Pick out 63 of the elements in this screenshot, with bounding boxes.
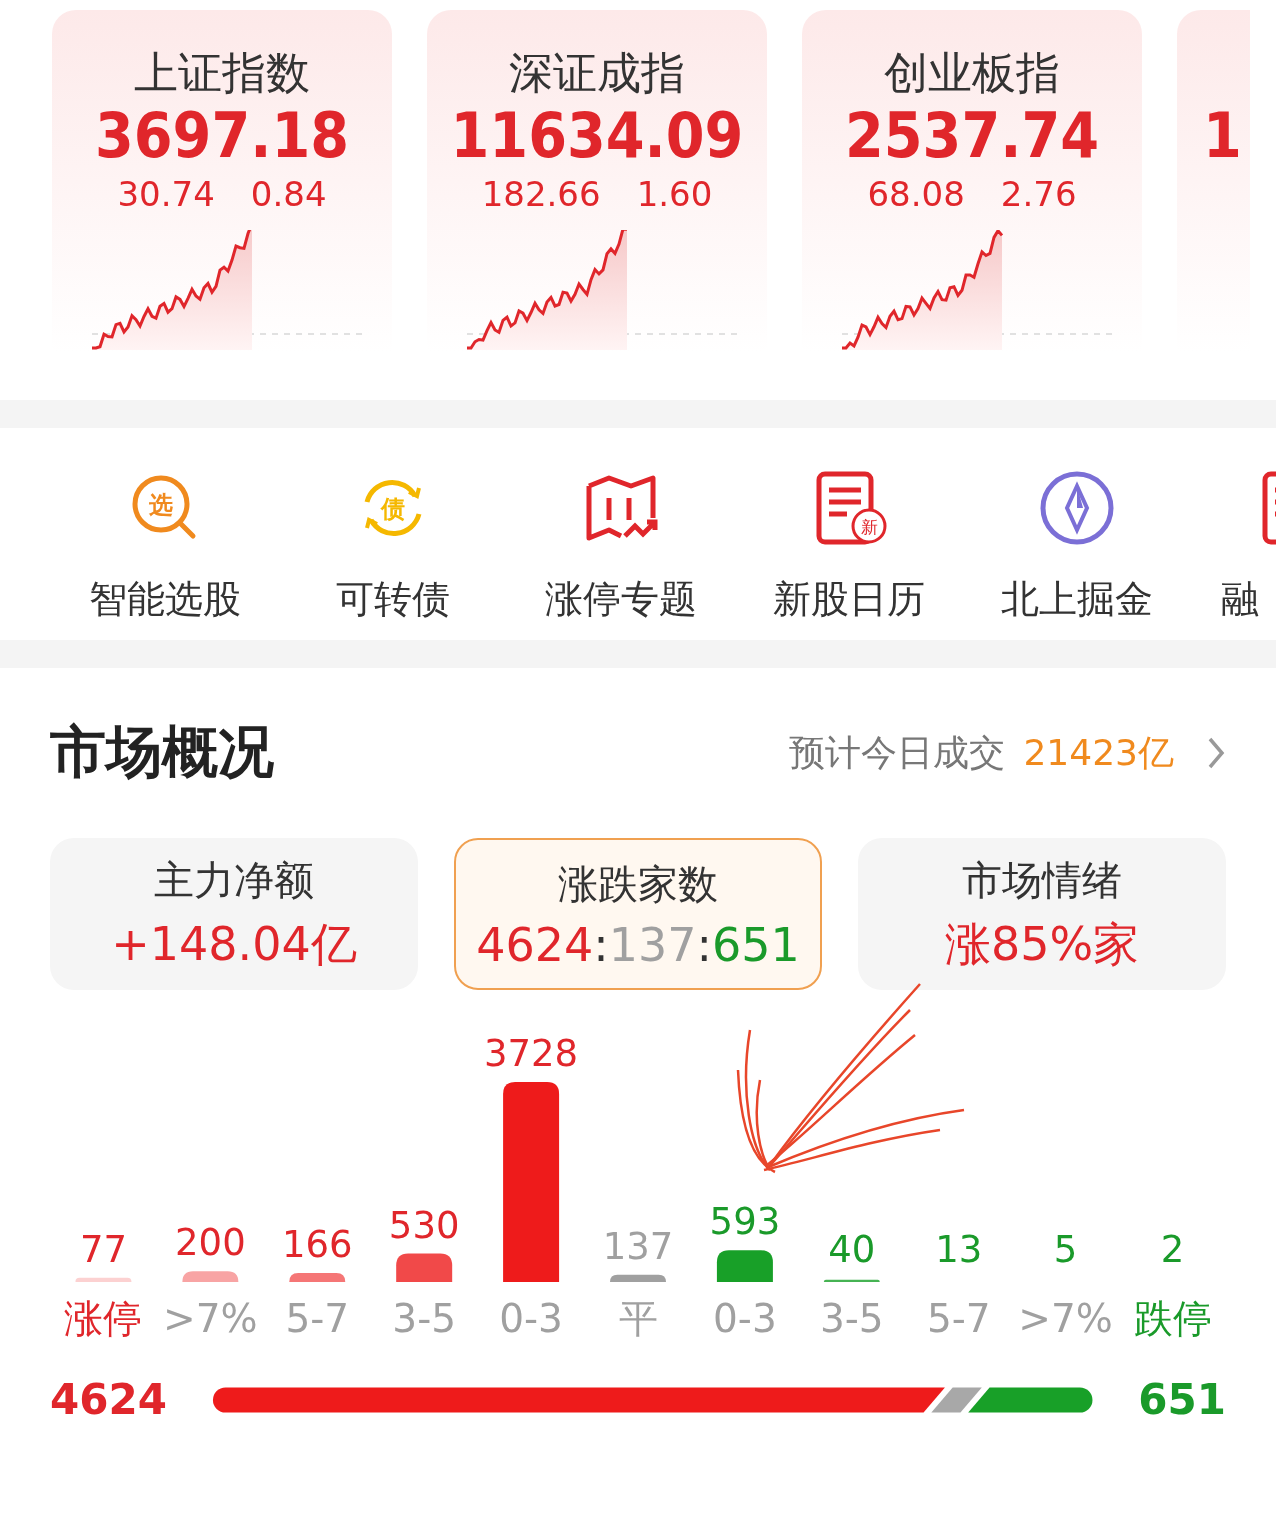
index-value: 2537.74 [844, 100, 1100, 172]
index-percent: 0.84 [250, 173, 327, 216]
index-percent: 2.76 [1000, 173, 1077, 216]
shortcut-label: 智能选股 [89, 576, 241, 623]
bar [289, 1273, 346, 1282]
shortcut-item[interactable]: 融 [1191, 468, 1276, 640]
shortcut-item[interactable]: 北上掘金 [963, 468, 1191, 640]
bar-value: 77 [79, 1227, 127, 1271]
bar-category: >7% [163, 1296, 258, 1341]
shortcut-item[interactable]: 涨停专题 [507, 468, 735, 640]
bar-category: 涨停 [64, 1296, 143, 1341]
shortcut-item[interactable]: 新 新股日历 [735, 468, 963, 640]
bar [716, 1250, 773, 1282]
bar-category: 5-7 [285, 1296, 350, 1341]
index-change: 182.66 [481, 173, 601, 216]
stat-tab[interactable]: 市场情绪 涨85%家 [858, 838, 1226, 990]
bar [823, 1279, 880, 1282]
index-name: 创业板指 [884, 46, 1060, 100]
bar-category: 0-3 [713, 1296, 777, 1341]
bar [610, 1274, 666, 1282]
index-change: 30.74 [117, 173, 215, 216]
bar [182, 1271, 239, 1282]
bar-category: 3-5 [819, 1296, 884, 1341]
bar-value: 5 [1053, 1228, 1078, 1271]
bar-value: 137 [602, 1224, 674, 1268]
bar-value: 13 [935, 1228, 983, 1271]
bar-value: 2 [1160, 1228, 1185, 1271]
section-title: 市场概况 [50, 718, 274, 786]
shortcut-label: 涨停专题 [545, 576, 697, 623]
bar-category: 平 [618, 1296, 658, 1341]
shortcut-item[interactable]: 债 可转债 [279, 468, 507, 640]
chevron-right-icon [1206, 735, 1226, 771]
falling-count: 651 [1138, 1375, 1226, 1424]
bar-value: 3728 [484, 1032, 579, 1075]
bar-value: 530 [388, 1203, 460, 1247]
index-value: 3697.18 [94, 100, 350, 172]
index-percent: 1.60 [636, 173, 713, 216]
bar-category: >7% [1018, 1296, 1113, 1341]
bar-category: 5-7 [926, 1296, 991, 1341]
rising-count: 4624 [50, 1375, 167, 1424]
turnover-link[interactable]: 预计今日成交 21423亿 [789, 728, 1226, 778]
index-name: 上证指数 [134, 46, 310, 100]
bar-value: 593 [709, 1200, 781, 1244]
index-value: 11634.09 [450, 100, 744, 172]
index-name: 深证成指 [509, 46, 685, 100]
shortcut-label: 融 [1221, 576, 1259, 623]
bar [75, 1277, 132, 1282]
bar-category: 0-3 [499, 1296, 563, 1341]
stat-tab[interactable]: 主力净额 +148.04亿 [50, 838, 418, 990]
index-value: 1 [1203, 100, 1242, 172]
flat-share-bar [931, 1386, 982, 1413]
index-change: 68.08 [867, 173, 965, 216]
bar-category: 跌停 [1133, 1296, 1212, 1341]
bar-value: 200 [175, 1221, 246, 1265]
bar-value: 166 [281, 1223, 353, 1267]
bar [396, 1253, 453, 1282]
shortcut-label: 可转债 [336, 576, 450, 623]
shortcut-label: 新股日历 [773, 576, 925, 623]
shortcut-label: 北上掘金 [1001, 576, 1153, 623]
stat-tab[interactable]: 涨跌家数 4624:137:651 [454, 838, 822, 990]
shortcut-item[interactable]: 选 智能选股 [51, 468, 279, 640]
bar-category: 3-5 [392, 1296, 457, 1341]
bar-value: 40 [828, 1228, 876, 1271]
